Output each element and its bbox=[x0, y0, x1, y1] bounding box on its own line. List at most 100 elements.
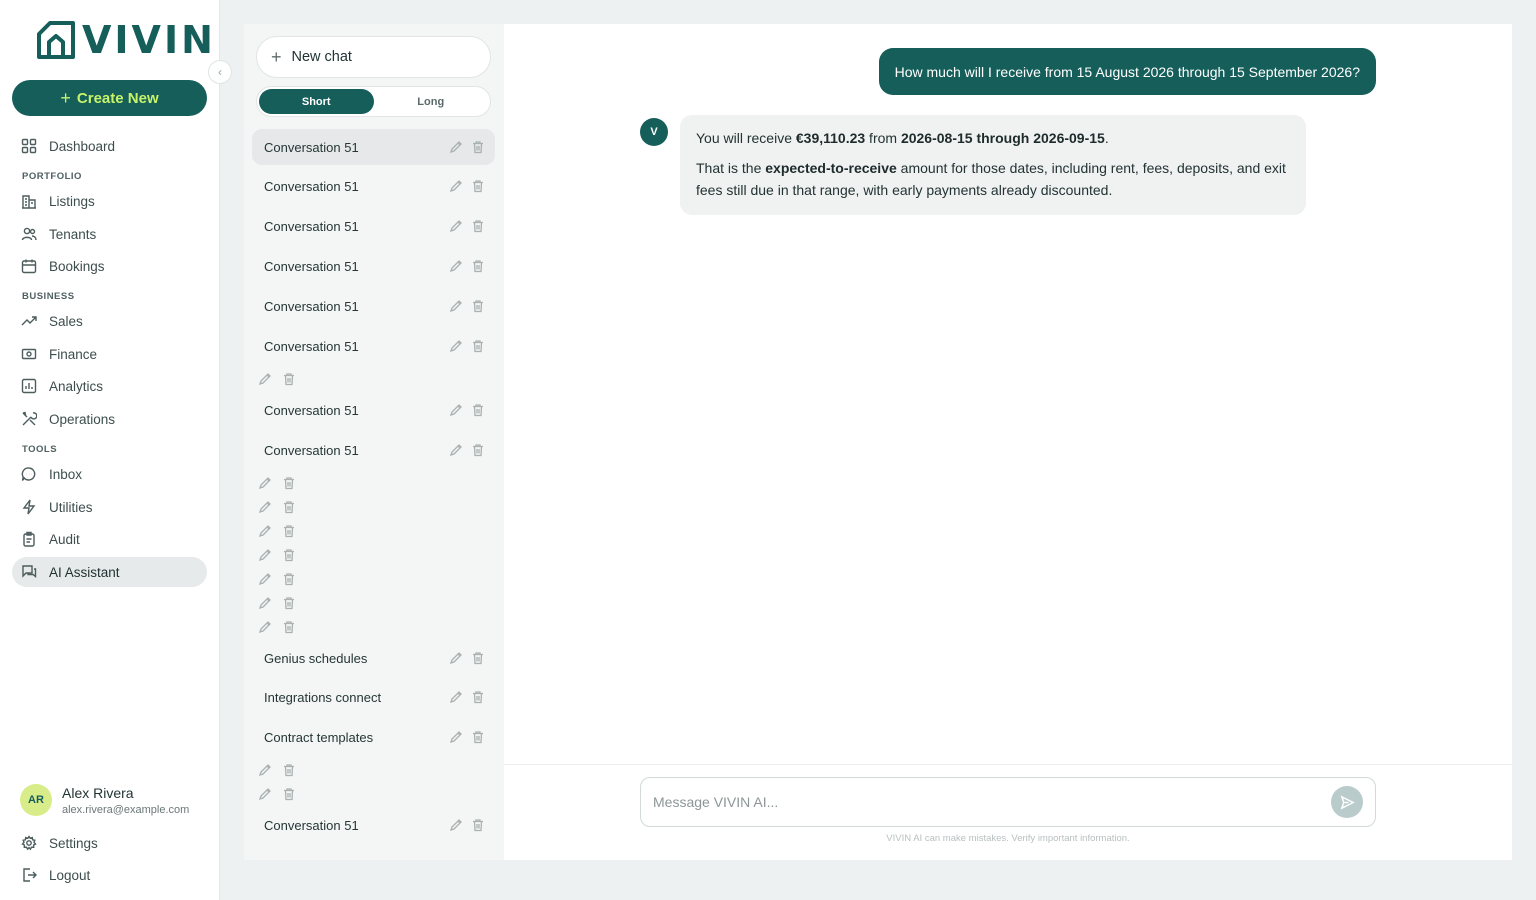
length-toggle: Short Long bbox=[256, 86, 491, 117]
trash-icon[interactable] bbox=[282, 524, 296, 538]
trash-icon[interactable] bbox=[282, 372, 296, 386]
sidebar-item-label: Utilities bbox=[49, 499, 93, 515]
settings-link[interactable]: Settings bbox=[12, 828, 207, 858]
conversation-actions bbox=[449, 259, 485, 273]
pencil-icon[interactable] bbox=[258, 548, 272, 562]
conversation-actions bbox=[258, 787, 296, 801]
trash-icon[interactable] bbox=[471, 818, 485, 832]
conversation-item[interactable]: Conversation 51 bbox=[252, 807, 495, 843]
conversation-actions bbox=[258, 548, 296, 562]
conversation-title: Genius schedules bbox=[264, 650, 368, 666]
conversation-title: Conversation 51 bbox=[264, 817, 359, 833]
toggle-short[interactable]: Short bbox=[259, 89, 374, 114]
trash-icon[interactable] bbox=[282, 787, 296, 801]
conversation-item[interactable]: Conversation 51 bbox=[252, 328, 495, 364]
pencil-icon[interactable] bbox=[449, 443, 463, 457]
pencil-icon[interactable] bbox=[258, 500, 272, 514]
pencil-icon[interactable] bbox=[449, 299, 463, 313]
sidebar-item-audit[interactable]: Audit bbox=[12, 524, 207, 554]
ai-message-paragraph: That is the expected-to-receive amount f… bbox=[696, 160, 1286, 198]
conversation-item[interactable]: Conversation 51 bbox=[252, 208, 495, 244]
trash-icon[interactable] bbox=[282, 596, 296, 610]
trash-icon[interactable] bbox=[471, 299, 485, 313]
conversation-actions bbox=[258, 763, 296, 777]
trash-icon[interactable] bbox=[282, 620, 296, 634]
trash-icon[interactable] bbox=[282, 572, 296, 586]
trash-icon[interactable] bbox=[471, 179, 485, 193]
trash-icon[interactable] bbox=[282, 500, 296, 514]
ai-message-paragraph: You will receive €39,110.23 from 2026-08… bbox=[696, 130, 1109, 146]
trash-icon[interactable] bbox=[471, 140, 485, 154]
sidebar-item-ai-assistant[interactable]: AI Assistant bbox=[12, 557, 207, 587]
building-icon bbox=[22, 195, 36, 209]
plus-icon: + bbox=[271, 46, 282, 67]
message-input[interactable] bbox=[653, 794, 1331, 810]
conversation-item[interactable]: Conversation 51 bbox=[252, 168, 495, 204]
pencil-icon[interactable] bbox=[258, 620, 272, 634]
logout-link[interactable]: Logout bbox=[12, 860, 207, 890]
pencil-icon[interactable] bbox=[258, 572, 272, 586]
pencil-icon[interactable] bbox=[449, 259, 463, 273]
pencil-icon[interactable] bbox=[449, 140, 463, 154]
trash-icon[interactable] bbox=[471, 219, 485, 233]
trash-icon[interactable] bbox=[471, 690, 485, 704]
pencil-icon[interactable] bbox=[449, 403, 463, 417]
sidebar-item-operations[interactable]: Operations bbox=[12, 404, 207, 434]
pencil-icon[interactable] bbox=[449, 179, 463, 193]
new-chat-button[interactable]: + New chat bbox=[256, 36, 491, 78]
conversation-item[interactable]: Conversation 51 bbox=[252, 288, 495, 324]
conversation-actions bbox=[449, 339, 485, 353]
send-button[interactable] bbox=[1331, 786, 1363, 818]
sidebar-item-listings[interactable]: Listings bbox=[12, 186, 207, 216]
calendar-icon bbox=[21, 259, 37, 274]
trash-icon[interactable] bbox=[282, 763, 296, 777]
conversation-actions bbox=[258, 620, 296, 634]
pencil-icon[interactable] bbox=[258, 596, 272, 610]
sidebar-item-bookings[interactable]: Bookings bbox=[12, 251, 207, 281]
pencil-icon[interactable] bbox=[449, 690, 463, 704]
pencil-icon[interactable] bbox=[449, 651, 463, 665]
toggle-long[interactable]: Long bbox=[374, 89, 489, 114]
settings-label: Settings bbox=[49, 835, 98, 851]
chat-bubbles-icon bbox=[22, 565, 37, 578]
trash-icon[interactable] bbox=[471, 339, 485, 353]
trash-icon[interactable] bbox=[471, 651, 485, 665]
collapse-sidebar-button[interactable]: ‹ bbox=[208, 60, 232, 84]
trash-icon[interactable] bbox=[471, 403, 485, 417]
sidebar-item-finance[interactable]: Finance bbox=[12, 339, 207, 369]
pencil-icon[interactable] bbox=[258, 763, 272, 777]
pencil-icon[interactable] bbox=[258, 787, 272, 801]
pencil-icon[interactable] bbox=[449, 818, 463, 832]
pencil-icon[interactable] bbox=[258, 524, 272, 538]
trash-icon[interactable] bbox=[471, 730, 485, 744]
create-new-button[interactable]: + Create New bbox=[12, 80, 207, 116]
pencil-icon[interactable] bbox=[449, 730, 463, 744]
sidebar-item-inbox[interactable]: Inbox bbox=[12, 459, 207, 489]
sidebar-item-dashboard[interactable]: Dashboard bbox=[12, 131, 207, 161]
conversation-item[interactable]: Genius schedules bbox=[252, 640, 495, 676]
conversation-item[interactable]: Contract templates bbox=[252, 719, 495, 755]
pencil-icon[interactable] bbox=[258, 476, 272, 490]
sidebar-item-utilities[interactable]: Utilities bbox=[12, 492, 207, 522]
conversation-item[interactable]: Integrations connect bbox=[252, 679, 495, 715]
pencil-icon[interactable] bbox=[449, 339, 463, 353]
avatar: AR bbox=[20, 784, 52, 816]
conversation-item[interactable]: Conversation 51 bbox=[252, 248, 495, 284]
sidebar-item-tenants[interactable]: Tenants bbox=[12, 219, 207, 249]
conversation-item[interactable]: Conversation 51 bbox=[252, 129, 495, 165]
trash-icon[interactable] bbox=[471, 259, 485, 273]
sidebar-item-analytics[interactable]: Analytics bbox=[12, 371, 207, 401]
trash-icon[interactable] bbox=[471, 443, 485, 457]
trash-icon[interactable] bbox=[282, 476, 296, 490]
user-profile[interactable]: AR Alex Rivera alex.rivera@example.com bbox=[20, 784, 197, 816]
conversation-item[interactable]: Conversation 51 bbox=[252, 392, 495, 428]
pencil-icon[interactable] bbox=[258, 372, 272, 386]
ai-avatar: V bbox=[640, 118, 668, 146]
pencil-icon[interactable] bbox=[449, 219, 463, 233]
logo[interactable]: VIVIN bbox=[36, 20, 216, 60]
divider bbox=[504, 764, 1512, 765]
trash-icon[interactable] bbox=[282, 548, 296, 562]
sidebar-item-sales[interactable]: Sales bbox=[12, 306, 207, 336]
conversation-item[interactable]: Conversation 51 bbox=[252, 432, 495, 468]
amount: €39,110.23 bbox=[795, 130, 866, 146]
